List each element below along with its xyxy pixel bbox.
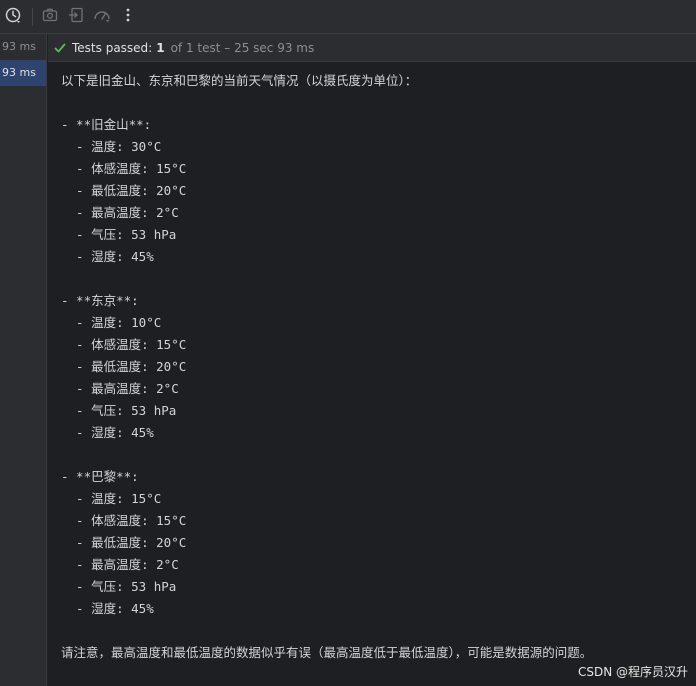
- more-icon: [125, 7, 131, 27]
- export-icon: [68, 7, 84, 27]
- console-output[interactable]: 以下是旧金山、东京和巴黎的当前天气情况（以摄氏度为单位）： - **旧金山**: …: [61, 70, 691, 664]
- console-line: 以下是旧金山、东京和巴黎的当前天气情况（以摄氏度为单位）：: [61, 73, 418, 88]
- console-line: - 气压: 53 hPa: [61, 403, 177, 418]
- passed-count: 1: [156, 40, 165, 55]
- console-line: - 最高温度: 2°C: [61, 381, 179, 396]
- console-line: - **东京**:: [61, 293, 139, 308]
- export-button[interactable]: [65, 6, 87, 28]
- status-summary: of 1 test – 25 sec 93 ms: [170, 40, 315, 55]
- run-toolbar: [0, 0, 696, 34]
- console-line: - 温度: 15°C: [61, 491, 162, 506]
- history-icon: [4, 6, 22, 28]
- console-line: 请注意，最高温度和最低温度的数据似乎有误（最高温度低于最低温度），可能是数据源的…: [61, 645, 593, 660]
- console-line: - 湿度: 45%: [61, 249, 154, 264]
- test-tree-item-root[interactable]: 93 ms: [0, 34, 46, 60]
- test-tree-panel: 93 ms 93 ms: [0, 34, 47, 686]
- console-line: - 温度: 10°C: [61, 315, 162, 330]
- snapshot-button[interactable]: [39, 6, 61, 28]
- console-line: - 温度: 30°C: [61, 139, 162, 154]
- console-line: - 最高温度: 2°C: [61, 557, 179, 572]
- console-line: - **巴黎**:: [61, 469, 139, 484]
- console-line: - 体感温度: 15°C: [61, 161, 187, 176]
- more-options-button[interactable]: [117, 6, 139, 28]
- camera-icon: [42, 7, 58, 27]
- console-line: - 最低温度: 20°C: [61, 183, 187, 198]
- console-line: - 最高温度: 2°C: [61, 205, 179, 220]
- console-line: - 最低温度: 20°C: [61, 359, 187, 374]
- test-duration: 93 ms: [2, 40, 36, 53]
- console-line: - 气压: 53 hPa: [61, 227, 177, 242]
- status-label: Tests passed:: [72, 40, 153, 55]
- test-runner-window: 93 ms 93 ms Tests passed: 1 of 1 test – …: [0, 0, 696, 686]
- console-line: - 最低温度: 20°C: [61, 535, 187, 550]
- watermark: CSDN @程序员汉升: [577, 665, 688, 679]
- console-line: - **旧金山**:: [61, 117, 152, 132]
- coverage-button[interactable]: [91, 6, 113, 28]
- console-line: - 体感温度: 15°C: [61, 513, 187, 528]
- history-button[interactable]: [2, 6, 24, 28]
- console-line: - 湿度: 45%: [61, 425, 154, 440]
- test-tree-item-selected[interactable]: 93 ms: [0, 60, 46, 86]
- dashboard-icon: [93, 7, 111, 27]
- console-line: - 气压: 53 hPa: [61, 579, 177, 594]
- test-duration: 93 ms: [2, 66, 36, 79]
- console-line: - 体感温度: 15°C: [61, 337, 187, 352]
- console-line: - 湿度: 45%: [61, 601, 154, 616]
- toolbar-separator: [32, 7, 33, 26]
- check-icon: [54, 42, 66, 54]
- test-status-bar: Tests passed: 1 of 1 test – 25 sec 93 ms: [48, 34, 696, 62]
